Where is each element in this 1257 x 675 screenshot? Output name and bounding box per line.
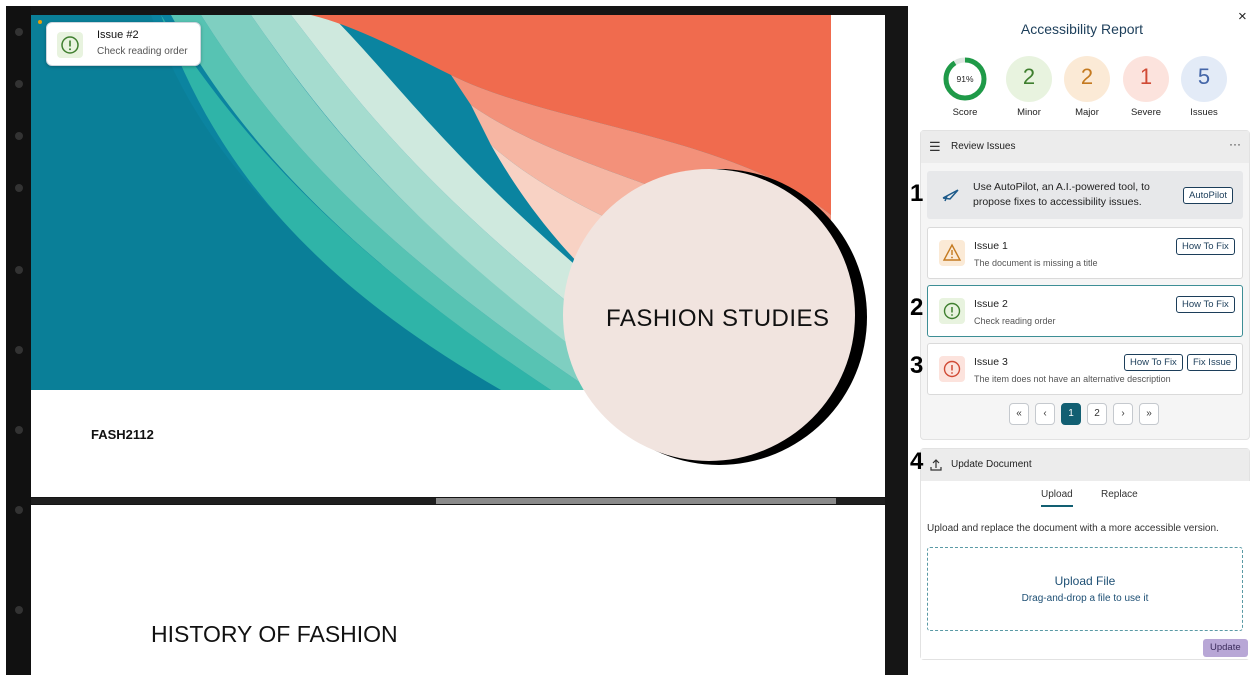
issue-title: Issue 2 <box>974 298 1008 310</box>
page-2-button[interactable]: 2 <box>1087 403 1107 425</box>
major-count: 2 <box>1080 64 1094 89</box>
score-issues: 5 Issues <box>1179 56 1229 118</box>
review-issues-section: ☰ Review Issues ··· Use AutoPilot, an A.… <box>920 130 1250 440</box>
toolbar-icon <box>15 28 23 36</box>
minor-badge: 2 <box>1006 56 1052 102</box>
major-badge: 2 <box>1064 56 1110 102</box>
score-ring: 91% <box>942 56 988 102</box>
autopilot-button[interactable]: AutoPilot <box>1183 187 1234 204</box>
major-label: Major <box>1075 107 1099 118</box>
toolbar-icon <box>15 506 23 514</box>
issue-tooltip: Issue #2 Check reading order <box>46 22 201 66</box>
minor-label: Minor <box>1017 107 1041 118</box>
tab-replace[interactable]: Replace <box>1101 489 1138 500</box>
slide-2-title: HISTORY OF FASHION <box>151 621 398 647</box>
page-1-button[interactable]: 1 <box>1061 403 1081 425</box>
next-page-button[interactable]: › <box>1113 403 1133 425</box>
panel-title: Accessibility Report <box>1020 21 1144 37</box>
issue-card-3[interactable]: Issue 3 The item does not have an altern… <box>927 343 1243 395</box>
dropzone-title: Upload File <box>1054 574 1116 588</box>
upload-description: Upload and replace the document with a m… <box>927 523 1219 534</box>
info-circle-icon <box>939 298 965 324</box>
issue-card-2[interactable]: Issue 2 Check reading order How To Fix <box>927 285 1243 337</box>
tab-upload[interactable]: Upload <box>1041 489 1073 507</box>
annotation-marker-2: 2 <box>910 294 924 321</box>
annotation-marker-3: 3 <box>910 352 924 379</box>
toolbar-icon <box>15 184 23 192</box>
score-summary: 91% Score 2 Minor 2 Major 1 Severe 5 Iss… <box>908 56 1256 126</box>
slide-2[interactable]: HISTORY OF FASHION <box>31 505 885 675</box>
tooltip-subtitle: Check reading order <box>97 46 188 57</box>
how-to-fix-button[interactable]: How To Fix <box>1124 354 1183 371</box>
severe-badge: 1 <box>1123 56 1169 102</box>
accessibility-report-panel: Accessibility Report × 91% Score 2 Minor <box>908 6 1256 675</box>
score-major: 2 Major <box>1062 56 1112 118</box>
error-circle-icon <box>939 356 965 382</box>
status-dot <box>38 20 42 24</box>
severe-count: 1 <box>1139 64 1153 89</box>
toolbar-icon <box>15 266 23 274</box>
toolbar-icon <box>15 132 23 140</box>
warning-triangle-icon <box>939 240 965 266</box>
minor-count: 2 <box>1022 64 1036 89</box>
issues-badge: 5 <box>1181 56 1227 102</box>
annotation-marker-4: 4 <box>910 448 924 475</box>
prev-page-button[interactable]: ‹ <box>1035 403 1055 425</box>
how-to-fix-button[interactable]: How To Fix <box>1176 238 1235 255</box>
score-value: 91% <box>956 74 973 84</box>
last-page-button[interactable]: » <box>1139 403 1159 425</box>
issues-count: 5 <box>1197 64 1211 89</box>
file-dropzone[interactable]: Upload File Drag-and-drop a file to use … <box>927 547 1243 631</box>
more-options-icon[interactable]: ··· <box>1229 137 1241 151</box>
score-severe: 1 Severe <box>1121 56 1171 118</box>
course-code: FASH2112 <box>91 427 154 442</box>
slide-1-artwork <box>31 15 885 497</box>
plane-icon <box>942 189 959 202</box>
score-overall: 91% Score <box>940 56 990 118</box>
fix-issue-button[interactable]: Fix Issue <box>1187 354 1238 371</box>
close-icon[interactable]: × <box>1238 8 1247 25</box>
issue-title: Issue 1 <box>974 240 1008 252</box>
issue-description: The item does not have an alternative de… <box>974 374 1171 384</box>
issue-title: Issue 3 <box>974 356 1008 368</box>
score-label: Score <box>952 107 978 118</box>
score-minor: 2 Minor <box>1004 56 1054 118</box>
how-to-fix-button[interactable]: How To Fix <box>1176 296 1235 313</box>
autopilot-text: Use AutoPilot, an A.I.-powered tool, to … <box>973 181 1150 208</box>
dropzone-subtitle: Drag-and-drop a file to use it <box>1021 593 1149 604</box>
issue-description: Check reading order <box>974 316 1056 326</box>
list-icon: ☰ <box>929 139 941 154</box>
upload-tabs: Upload Replace <box>921 481 1251 511</box>
upload-icon <box>930 459 942 471</box>
toolbar-icon <box>15 426 23 434</box>
review-issues-header[interactable]: ☰ Review Issues ··· <box>921 131 1249 163</box>
update-button[interactable]: Update <box>1203 639 1248 657</box>
tooltip-title: Issue #2 <box>97 29 139 41</box>
review-issues-heading: Review Issues <box>951 141 1016 152</box>
update-document-section: Update Document Upload Replace Upload an… <box>920 448 1251 660</box>
autopilot-banner: Use AutoPilot, an A.I.-powered tool, to … <box>927 171 1243 219</box>
slide-1[interactable]: FASHION STUDIES FASH2112 <box>31 15 885 497</box>
dimmed-side-toolbar <box>6 6 31 675</box>
info-circle-icon <box>57 32 83 58</box>
toolbar-icon <box>15 346 23 354</box>
issue-description: The document is missing a title <box>974 258 1098 268</box>
toolbar-icon <box>15 80 23 88</box>
toolbar-icon <box>15 606 23 614</box>
update-document-body: Upload Replace Upload and replace the do… <box>921 481 1251 659</box>
update-document-header[interactable]: Update Document <box>921 449 1249 481</box>
scrollbar-thumb[interactable] <box>436 498 836 504</box>
issue-card-1[interactable]: Issue 1 The document is missing a title … <box>927 227 1243 279</box>
first-page-button[interactable]: « <box>1009 403 1029 425</box>
severe-label: Severe <box>1130 107 1162 118</box>
slide-title: FASHION STUDIES <box>606 305 830 332</box>
update-document-heading: Update Document <box>951 459 1032 470</box>
issues-label: Issues <box>1190 107 1218 118</box>
annotation-marker-1: 1 <box>910 180 924 207</box>
app-window: FASHION STUDIES FASH2112 HISTORY OF FASH… <box>6 6 1256 675</box>
